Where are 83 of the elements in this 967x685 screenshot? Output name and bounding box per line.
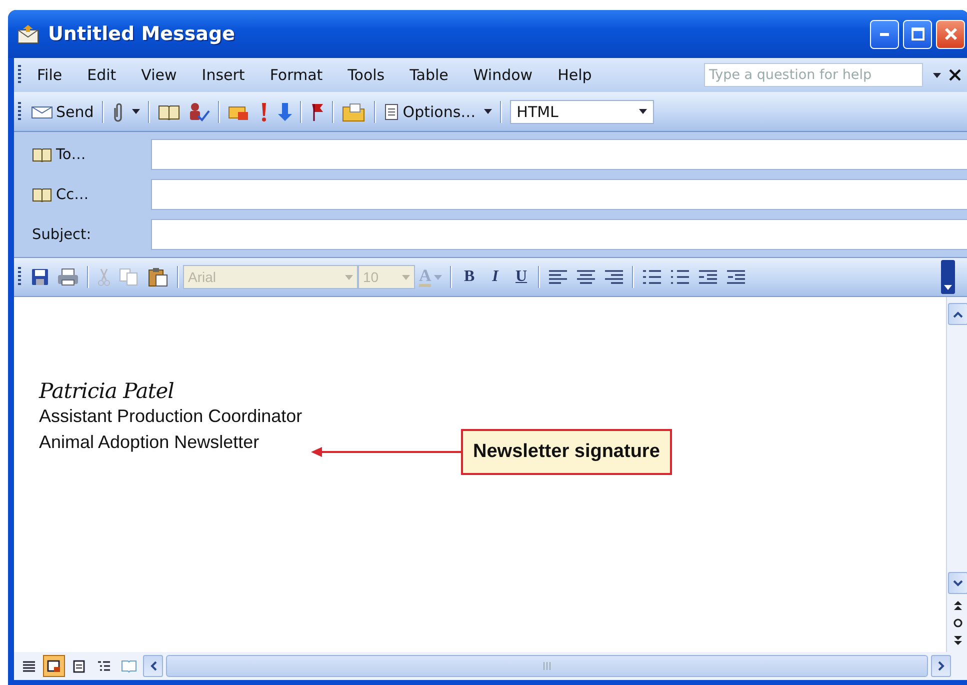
circle-icon (953, 618, 963, 628)
callout: Newsletter signature (461, 429, 672, 475)
down-chevron-icon (953, 580, 963, 586)
caret-icon (132, 109, 140, 114)
double-down-icon (954, 636, 962, 646)
web-layout-view-button[interactable] (43, 655, 65, 677)
align-left-icon (548, 268, 568, 286)
field-label: Subject: (31, 226, 92, 242)
printer-icon (57, 268, 79, 286)
close-icon (944, 27, 958, 41)
align-right-icon (604, 268, 624, 286)
double-up-icon (954, 600, 962, 610)
folder-icon (342, 102, 366, 122)
book-icon (32, 147, 52, 162)
recipient-field[interactable] (151, 139, 967, 170)
flag-icon (310, 102, 324, 122)
up-chevron-icon (953, 310, 963, 318)
grip-icon (542, 662, 552, 670)
send-button[interactable]: Send (27, 100, 98, 124)
caret-icon (484, 109, 492, 114)
copy-icon (119, 268, 139, 286)
scissors-icon (97, 268, 111, 286)
menu-item[interactable]: Help (548, 63, 602, 87)
scroll-down-button[interactable] (948, 572, 967, 594)
bold-button[interactable]: B (456, 265, 482, 289)
document-icon (384, 102, 400, 120)
page-icon (71, 658, 87, 674)
subject-field[interactable] (151, 219, 967, 250)
caret-icon (933, 72, 941, 78)
menu-item[interactable]: Window (463, 63, 543, 87)
down-arrow-icon (278, 102, 292, 122)
person-check-icon (188, 102, 210, 122)
toolbar-options-button[interactable] (941, 260, 955, 294)
address-book-button[interactable]: Cc… (14, 186, 151, 202)
bulleted-list-icon (670, 268, 690, 286)
signature-name: Patricia Patel (39, 379, 174, 403)
caret-icon (638, 109, 647, 114)
save-icon (31, 268, 49, 286)
menu-item[interactable]: View (131, 63, 187, 87)
maximize-icon (910, 27, 924, 41)
minimize-button[interactable] (870, 20, 899, 48)
previous-page-button[interactable] (952, 598, 964, 612)
signature-line: Animal Adoption Newsletter (39, 431, 260, 454)
left-chevron-icon (150, 661, 156, 671)
maximize-button[interactable] (903, 20, 932, 48)
italic-button[interactable]: I (482, 265, 508, 289)
menu-item[interactable]: Format (260, 63, 333, 87)
scroll-thumb[interactable] (166, 655, 928, 677)
book-icon (158, 104, 180, 120)
help-search-field[interactable]: Type a question for help (704, 63, 923, 87)
select-browse-object-button[interactable] (951, 616, 965, 630)
right-chevron-icon (938, 661, 944, 671)
caret-icon (434, 274, 442, 280)
book-icon (121, 658, 137, 674)
signature-line: Assistant Production Coordinator (39, 405, 302, 428)
scroll-right-button[interactable] (931, 655, 951, 677)
close-icon (949, 69, 961, 81)
book-icon (32, 187, 52, 202)
address-book-button[interactable]: To… (14, 146, 151, 162)
menu-item[interactable]: Insert (192, 63, 255, 87)
caret-icon (402, 274, 410, 280)
options-button[interactable]: Options… (380, 100, 480, 124)
underline-button[interactable]: U (508, 265, 534, 289)
align-center-icon (576, 268, 596, 286)
menu-item[interactable]: Table (400, 63, 458, 87)
menu-item[interactable]: File (27, 63, 72, 87)
message-format-dropdown[interactable]: HTML (510, 100, 654, 124)
menu-item[interactable]: Tools (338, 63, 395, 87)
next-page-button[interactable] (952, 634, 964, 648)
paperclip-icon (112, 102, 124, 122)
indent-icon (726, 268, 746, 286)
clipboard-icon (147, 267, 169, 287)
window-title: Untitled Message (48, 23, 236, 45)
caret-icon (345, 274, 353, 280)
menu-item[interactable]: Edit (77, 63, 126, 87)
scroll-left-button[interactable] (143, 655, 163, 677)
numbered-list-icon (642, 268, 662, 286)
page-icon (46, 658, 62, 674)
caret-icon (944, 285, 952, 290)
recipient-field[interactable] (151, 179, 967, 210)
minimize-icon (880, 32, 889, 36)
scroll-up-button[interactable] (948, 303, 967, 325)
outdent-icon (698, 268, 718, 286)
